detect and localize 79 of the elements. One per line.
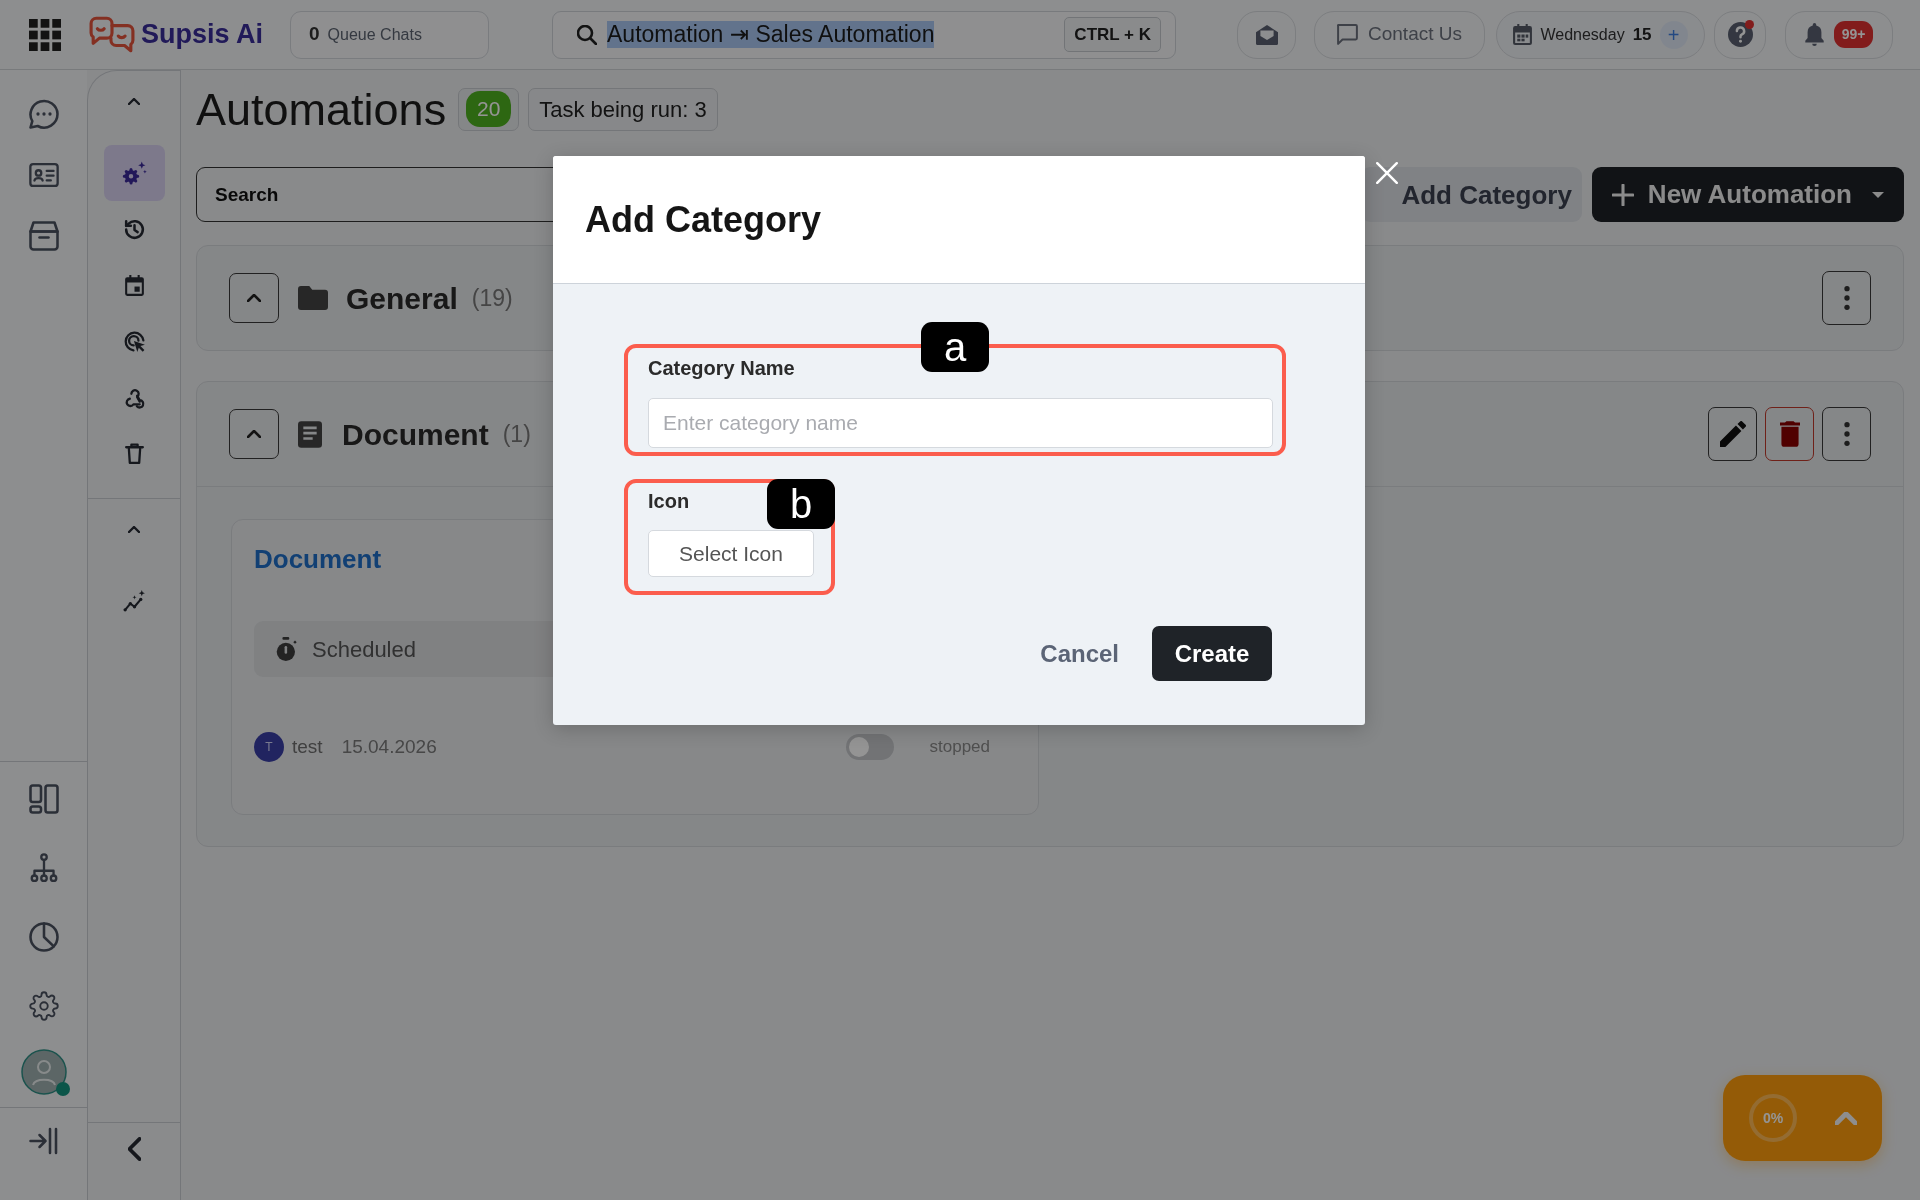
gear-sparkle-icon: [121, 160, 147, 186]
bell-icon: [1804, 23, 1824, 46]
help-button[interactable]: [1714, 10, 1766, 59]
caret-up-icon: [128, 97, 140, 105]
owner-name: test: [292, 734, 323, 759]
count-pill: 20: [465, 91, 512, 127]
apps-grid-icon[interactable]: [29, 18, 61, 51]
dialog-title: Add Category: [585, 197, 822, 242]
logo-text: Supsis Ai: [141, 18, 264, 52]
caret-up-icon: [128, 525, 140, 533]
cancel-button[interactable]: Cancel: [1040, 635, 1119, 672]
weekday-label: Wednesday: [1540, 24, 1625, 45]
contact-us-button[interactable]: Contact Us: [1314, 10, 1485, 59]
automation-title[interactable]: Document: [254, 544, 382, 576]
pie-chart-icon[interactable]: [28, 922, 59, 952]
sign-in-icon[interactable]: [28, 1126, 59, 1156]
search-text: Automation ⇥ Sales Automation: [607, 21, 935, 48]
plus-icon: [1611, 183, 1634, 206]
day-number: 15: [1632, 23, 1652, 46]
edit-button[interactable]: [1708, 407, 1757, 461]
envelope-icon: [1255, 24, 1278, 45]
kebab-icon: [1843, 422, 1850, 446]
chat-icon[interactable]: [28, 99, 59, 129]
toggle-switch[interactable]: [845, 734, 894, 761]
more-button[interactable]: [1822, 407, 1871, 461]
settings-icon[interactable]: [28, 991, 59, 1021]
search-field[interactable]: Automation ⇥ Sales Automation CTRL + K: [552, 10, 1177, 59]
callout-label: a: [921, 322, 989, 372]
chevron-up-icon: [247, 430, 261, 438]
queue-chats-button[interactable]: 0 Queue Chats: [290, 10, 490, 59]
collapse-button[interactable]: [229, 273, 279, 323]
close-button[interactable]: [1376, 162, 1398, 184]
folder-icon: [298, 286, 328, 310]
more-button[interactable]: [1822, 271, 1871, 325]
field-label: Category Name: [648, 356, 795, 380]
layout-icon[interactable]: [28, 784, 59, 814]
contact-card-icon[interactable]: [28, 160, 59, 190]
pencil-icon: [1719, 421, 1746, 447]
nav-item[interactable]: [103, 145, 165, 201]
close-icon: [1376, 162, 1398, 184]
category-name: General: [346, 280, 458, 317]
caret-down-icon: [1872, 191, 1884, 198]
new-automation-button[interactable]: New Automation: [1591, 167, 1904, 222]
mail-button[interactable]: [1237, 10, 1296, 59]
progress-label: 0%: [1762, 1111, 1784, 1125]
category-name-field[interactable]: Enter category name: [648, 398, 1273, 448]
field-label: Icon: [648, 489, 690, 513]
notifications-button[interactable]: 99+: [1785, 10, 1893, 59]
chevron-up-icon: [247, 294, 261, 302]
create-button[interactable]: Create: [1152, 626, 1272, 681]
select-icon-button[interactable]: Select Icon: [648, 530, 814, 577]
logo-icon: [89, 15, 135, 54]
delete-button[interactable]: [1765, 407, 1814, 461]
running-tasks-label: Task being run: 3: [528, 87, 718, 131]
avatar-initial: T: [254, 732, 284, 763]
collapse-button[interactable]: [229, 409, 279, 459]
avatar-icon[interactable]: [20, 1049, 67, 1095]
category-count: (19): [471, 283, 513, 313]
category-count: (1): [502, 419, 531, 449]
hierarchy-icon[interactable]: [28, 853, 59, 883]
inbox-tray-icon[interactable]: [28, 221, 59, 251]
trigger-label: Scheduled: [312, 635, 416, 664]
document-icon: [298, 420, 322, 448]
notification-badge: 99+: [1833, 21, 1874, 48]
status-label: stopped: [929, 736, 990, 759]
sparkle-chart-icon: [121, 588, 147, 614]
callout-label: b: [767, 479, 835, 529]
created-date: 15.04.2026: [341, 734, 437, 759]
search-icon: [577, 24, 598, 45]
calendar-icon: [1513, 24, 1533, 45]
shortcut-key: CTRL + K: [1064, 16, 1162, 53]
stopwatch-icon: [276, 637, 298, 662]
category-name: Document: [342, 416, 489, 453]
kebab-icon: [1843, 286, 1850, 310]
help-icon: [1727, 22, 1753, 47]
trash-icon: [1779, 421, 1800, 447]
chat-icon: [1337, 24, 1358, 45]
chevron-left-icon[interactable]: [127, 1137, 141, 1161]
page-title: Automations: [196, 86, 447, 132]
